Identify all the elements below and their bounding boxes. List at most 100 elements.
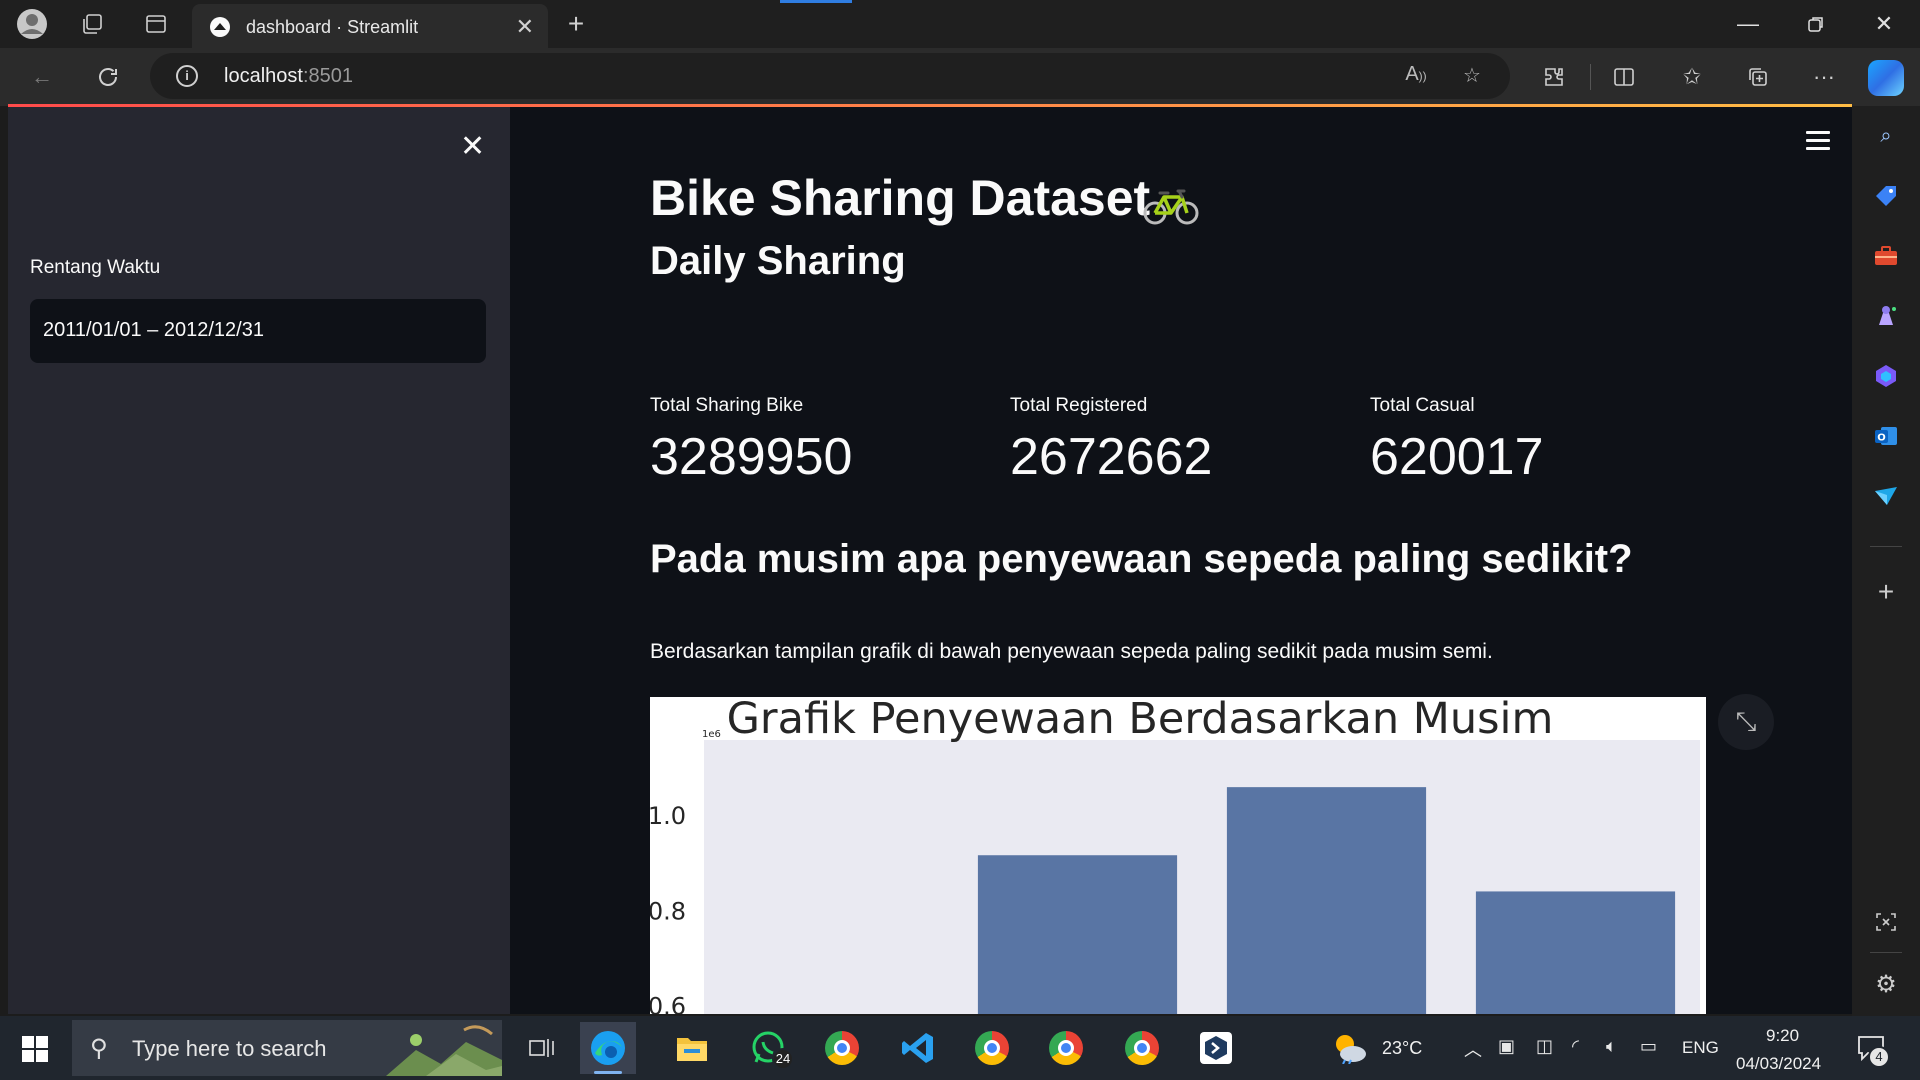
- fullscreen-expand-button[interactable]: ⤡: [1718, 694, 1774, 750]
- favorites-icon[interactable]: ✩: [1676, 61, 1708, 93]
- microsoft-365-icon[interactable]: [1870, 360, 1902, 392]
- outlook-icon[interactable]: O: [1870, 420, 1902, 452]
- drop-icon[interactable]: [1870, 480, 1902, 512]
- restore-button[interactable]: [1796, 8, 1836, 40]
- metric-value: 3289950: [650, 428, 853, 486]
- minimize-button[interactable]: —: [1728, 8, 1768, 40]
- tools-icon[interactable]: [1870, 240, 1902, 272]
- close-sidebar-icon[interactable]: ✕: [460, 129, 485, 164]
- weather-temperature[interactable]: 23°C: [1382, 1038, 1422, 1059]
- svg-text:O: O: [1877, 433, 1886, 444]
- input-language[interactable]: ENG: [1682, 1038, 1719, 1058]
- more-menu-icon[interactable]: ···: [1808, 61, 1840, 93]
- clock-date[interactable]: 04/03/2024: [1736, 1054, 1821, 1074]
- sidebar-divider: [1870, 952, 1902, 953]
- taskbar-chrome-app[interactable]: [814, 1022, 870, 1074]
- chart-bar: [1226, 787, 1427, 1014]
- task-view-icon[interactable]: [514, 1022, 570, 1074]
- chart-title: Grafik Penyewaan Berdasarkan Musim: [727, 697, 1554, 744]
- close-window-button[interactable]: ✕: [1864, 8, 1904, 40]
- refresh-icon[interactable]: [92, 61, 124, 93]
- screenshot-icon[interactable]: [1870, 906, 1902, 938]
- metric-value: 2672662: [1010, 428, 1213, 486]
- date-range-label: Rentang Waktu: [30, 257, 161, 278]
- chart-bar: [1475, 891, 1676, 1014]
- wifi-icon[interactable]: ◜: [1572, 1036, 1579, 1057]
- new-tab-button[interactable]: +: [560, 8, 592, 40]
- toolbar-separator: [1590, 64, 1591, 90]
- chart-bar: [977, 855, 1178, 1014]
- streamlit-sidebar: ✕ Rentang Waktu 2011/01/01 – 2012/12/31: [8, 107, 510, 1014]
- tab-indicator: [780, 0, 852, 3]
- address-url: localhost:8501: [224, 65, 353, 87]
- date-range-input[interactable]: 2011/01/01 – 2012/12/31: [30, 299, 486, 363]
- bicycle-icon: [1143, 189, 1199, 225]
- taskbar-edge-app[interactable]: [580, 1022, 636, 1074]
- read-aloud-icon[interactable]: A)): [1402, 63, 1430, 91]
- shopping-icon[interactable]: [1870, 180, 1902, 212]
- favorite-star-icon[interactable]: ☆: [1458, 63, 1486, 91]
- taskbar-chrome-profile-app[interactable]: [1114, 1022, 1170, 1074]
- taskbar-search-placeholder: Type here to search: [132, 1036, 327, 1061]
- sidebar-divider: [1870, 546, 1902, 547]
- taskbar-dev-tool-app[interactable]: [1188, 1022, 1244, 1074]
- taskbar-vscode-app[interactable]: [890, 1022, 946, 1074]
- metric-label: Total Casual: [1370, 395, 1475, 416]
- add-sidebar-app-icon[interactable]: +: [1870, 576, 1902, 608]
- search-icon[interactable]: ⌕: [1870, 120, 1902, 152]
- games-icon[interactable]: [1870, 300, 1902, 332]
- y-tick-label: 0.6: [650, 993, 686, 1014]
- tab-dashboard[interactable]: dashboard · Streamlit ✕: [192, 4, 548, 48]
- back-icon[interactable]: ←: [26, 61, 58, 93]
- streamlit-favicon-icon: [210, 17, 230, 37]
- windows-taskbar: ⚲ Type here to search 24 23°C ︿ ▣ ◫ ◜ 🔈︎…: [0, 1016, 1920, 1080]
- tab-actions-icon[interactable]: [140, 8, 172, 40]
- question-heading: Pada musim apa penyewaan sepeda paling s…: [650, 537, 1633, 581]
- meet-now-icon[interactable]: ◫: [1536, 1036, 1553, 1057]
- volume-icon[interactable]: 🔈︎: [1606, 1036, 1617, 1057]
- explanation-text: Berdasarkan tampilan grafik di bawah pen…: [650, 640, 1493, 663]
- workspaces-icon[interactable]: [76, 8, 108, 40]
- weather-icon[interactable]: [1330, 1022, 1370, 1074]
- extensions-icon[interactable]: [1538, 61, 1570, 93]
- metric-value: 620017: [1370, 428, 1544, 486]
- notification-count-badge: 4: [1868, 1046, 1890, 1068]
- taskbar-whatsapp-app[interactable]: 24: [740, 1022, 796, 1074]
- collections-icon[interactable]: [1742, 61, 1774, 93]
- split-screen-icon[interactable]: [1608, 61, 1640, 93]
- copilot-icon[interactable]: [1868, 60, 1904, 96]
- y-offset-label: 1e6: [702, 729, 721, 740]
- season-chart: Grafik Penyewaan Berdasarkan Musim 1e6 1…: [648, 694, 1706, 1014]
- browser-tab-bar: dashboard · Streamlit ✕ + — ✕: [0, 0, 1920, 48]
- y-tick-label: 0.8: [650, 897, 686, 925]
- season-chart-svg: Grafik Penyewaan Berdasarkan Musim 1e6 1…: [648, 694, 1700, 1014]
- streamlit-main: Bike Sharing Dataset Daily Sharing Total…: [510, 107, 1852, 1014]
- whatsapp-unread-badge: 24: [772, 1048, 794, 1070]
- search-highlight-illustration-icon: [386, 1025, 502, 1076]
- clock-time[interactable]: 9:20: [1766, 1026, 1799, 1046]
- edge-sidebar: ⌕ O + ⚙: [1852, 106, 1920, 1016]
- date-range-value: 2011/01/01 – 2012/12/31: [43, 319, 264, 341]
- network-device-icon[interactable]: ▣: [1498, 1036, 1515, 1057]
- main-menu-icon[interactable]: [1806, 131, 1830, 155]
- browser-nav-bar: ← i localhost:8501 A)) ☆ ✩ ···: [0, 48, 1920, 106]
- metric-label: Total Registered: [1010, 395, 1148, 416]
- y-tick-label: 1.0: [650, 802, 686, 830]
- battery-icon[interactable]: ▭: [1640, 1036, 1657, 1057]
- site-info-icon[interactable]: i: [176, 65, 198, 87]
- taskbar-chrome-profile-app[interactable]: [964, 1022, 1020, 1074]
- search-icon: ⚲: [90, 1035, 108, 1062]
- taskbar-file-explorer-app[interactable]: [664, 1022, 720, 1074]
- profile-icon[interactable]: [16, 8, 48, 40]
- settings-gear-icon[interactable]: ⚙: [1870, 968, 1902, 1000]
- notification-center-icon[interactable]: 4: [1846, 1022, 1896, 1074]
- show-hidden-icons-icon[interactable]: ︿: [1464, 1036, 1482, 1062]
- taskbar-chrome-profile-app[interactable]: [1038, 1022, 1094, 1074]
- windows-start-icon[interactable]: [22, 1036, 48, 1062]
- daily-sharing-heading: Daily Sharing: [650, 239, 906, 283]
- close-tab-icon[interactable]: ✕: [516, 14, 534, 40]
- address-bar[interactable]: i localhost:8501 A)) ☆: [150, 53, 1510, 99]
- page-title: Bike Sharing Dataset: [650, 170, 1151, 226]
- metric-label: Total Sharing Bike: [650, 395, 804, 416]
- taskbar-search-box[interactable]: ⚲ Type here to search: [72, 1020, 502, 1076]
